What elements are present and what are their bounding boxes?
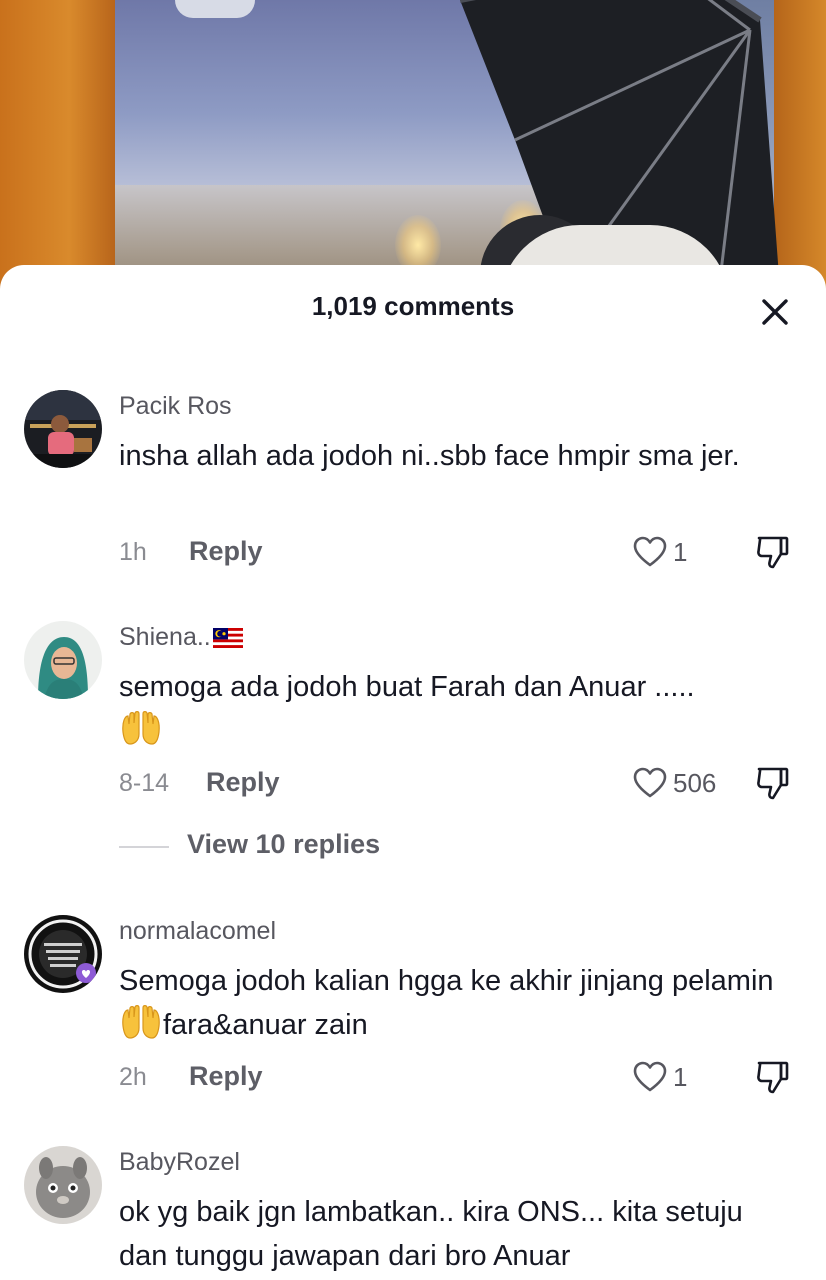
malaysia-flag-icon	[212, 628, 243, 649]
comment-actions: 1h Reply 1	[119, 532, 809, 572]
comment-username-text: Shiena..	[119, 623, 211, 651]
video-ceiling-fixture	[175, 0, 255, 18]
reply-button[interactable]: Reply	[189, 1061, 263, 1092]
view-replies-divider	[119, 846, 169, 848]
view-replies-button[interactable]: View 10 replies	[119, 825, 519, 865]
video-wall-right	[774, 0, 826, 300]
avatar[interactable]	[24, 621, 102, 699]
heart-icon	[633, 767, 667, 798]
avatar-image	[24, 621, 102, 699]
comment-actions: 2h Reply 1	[119, 1057, 809, 1097]
like-count: 1	[673, 1061, 688, 1092]
comment-item: Pacik Ros insha allah ada jodoh ni..sbb …	[0, 390, 826, 600]
avatar[interactable]	[24, 390, 102, 468]
comment-text: insha allah ada jodoh ni..sbb face hmpir…	[119, 440, 740, 472]
avatar-image	[24, 1146, 102, 1224]
dislike-button[interactable]	[755, 765, 793, 803]
comment-item: BabyRozel ok yg baik jgn lambatkan.. kir…	[0, 1146, 826, 1280]
comment-username[interactable]: normalacomel	[119, 917, 276, 946]
close-button[interactable]	[754, 291, 796, 333]
like-count: 1	[673, 536, 688, 567]
avatar-image	[24, 390, 102, 468]
comments-header: 1,019 comments	[0, 265, 826, 351]
comment-text: semoga ada jodoh buat Farah dan Anuar ..…	[119, 665, 799, 753]
dislike-button[interactable]	[755, 1059, 793, 1097]
raising-hands-emoji	[122, 711, 160, 745]
view-replies-label: View 10 replies	[187, 829, 381, 859]
raising-hands-emoji	[122, 1005, 160, 1039]
dislike-button[interactable]	[755, 534, 793, 572]
comment-time: 1h	[119, 538, 147, 566]
comment-text: ok yg baik jgn lambatkan.. kira ONS... k…	[119, 1196, 743, 1272]
reply-button[interactable]: Reply	[189, 536, 263, 567]
comment-actions: 8-14 Reply 506	[119, 763, 809, 803]
avatar[interactable]	[24, 915, 102, 993]
like-count: 506	[673, 767, 717, 798]
like-button[interactable]: 1	[633, 532, 687, 572]
avatar[interactable]	[24, 1146, 102, 1224]
comment-username[interactable]: Pacik Ros	[119, 392, 232, 421]
comment-text-part: fara&anuar zain	[163, 1009, 368, 1041]
comment-username[interactable]: BabyRozel	[119, 1148, 240, 1177]
comment-text: Semoga jodoh kalian hgga ke akhir jinjan…	[119, 959, 799, 1047]
comment-item: Shiena.. semoga ada jodoh buat Farah dan…	[0, 621, 826, 871]
avatar-image	[24, 915, 102, 993]
like-button[interactable]: 506	[633, 763, 716, 803]
reply-button[interactable]: Reply	[206, 767, 280, 798]
thumbs-down-icon	[757, 1061, 789, 1094]
heart-icon	[633, 1061, 667, 1092]
thumbs-down-icon	[757, 536, 789, 569]
video-background	[0, 0, 826, 300]
comment-time: 2h	[119, 1063, 147, 1091]
thumbs-down-icon	[757, 767, 789, 800]
heart-icon	[633, 536, 667, 567]
comment-text-body: semoga ada jodoh buat Farah dan Anuar ..…	[119, 671, 695, 703]
close-icon	[762, 299, 788, 325]
comments-count-title: 1,019 comments	[311, 291, 515, 321]
comment-item: normalacomel Semoga jodoh kalian hgga ke…	[0, 915, 826, 1125]
comment-text-part: Semoga jodoh kalian hgga ke akhir jinjan…	[119, 965, 774, 997]
comment-username[interactable]: Shiena..	[119, 623, 243, 652]
comments-sheet: 1,019 comments Pacik Ros insha allah ada…	[0, 265, 826, 1280]
video-wall-left	[0, 0, 115, 300]
comment-time: 8-14	[119, 769, 170, 797]
like-button[interactable]: 1	[633, 1057, 687, 1097]
